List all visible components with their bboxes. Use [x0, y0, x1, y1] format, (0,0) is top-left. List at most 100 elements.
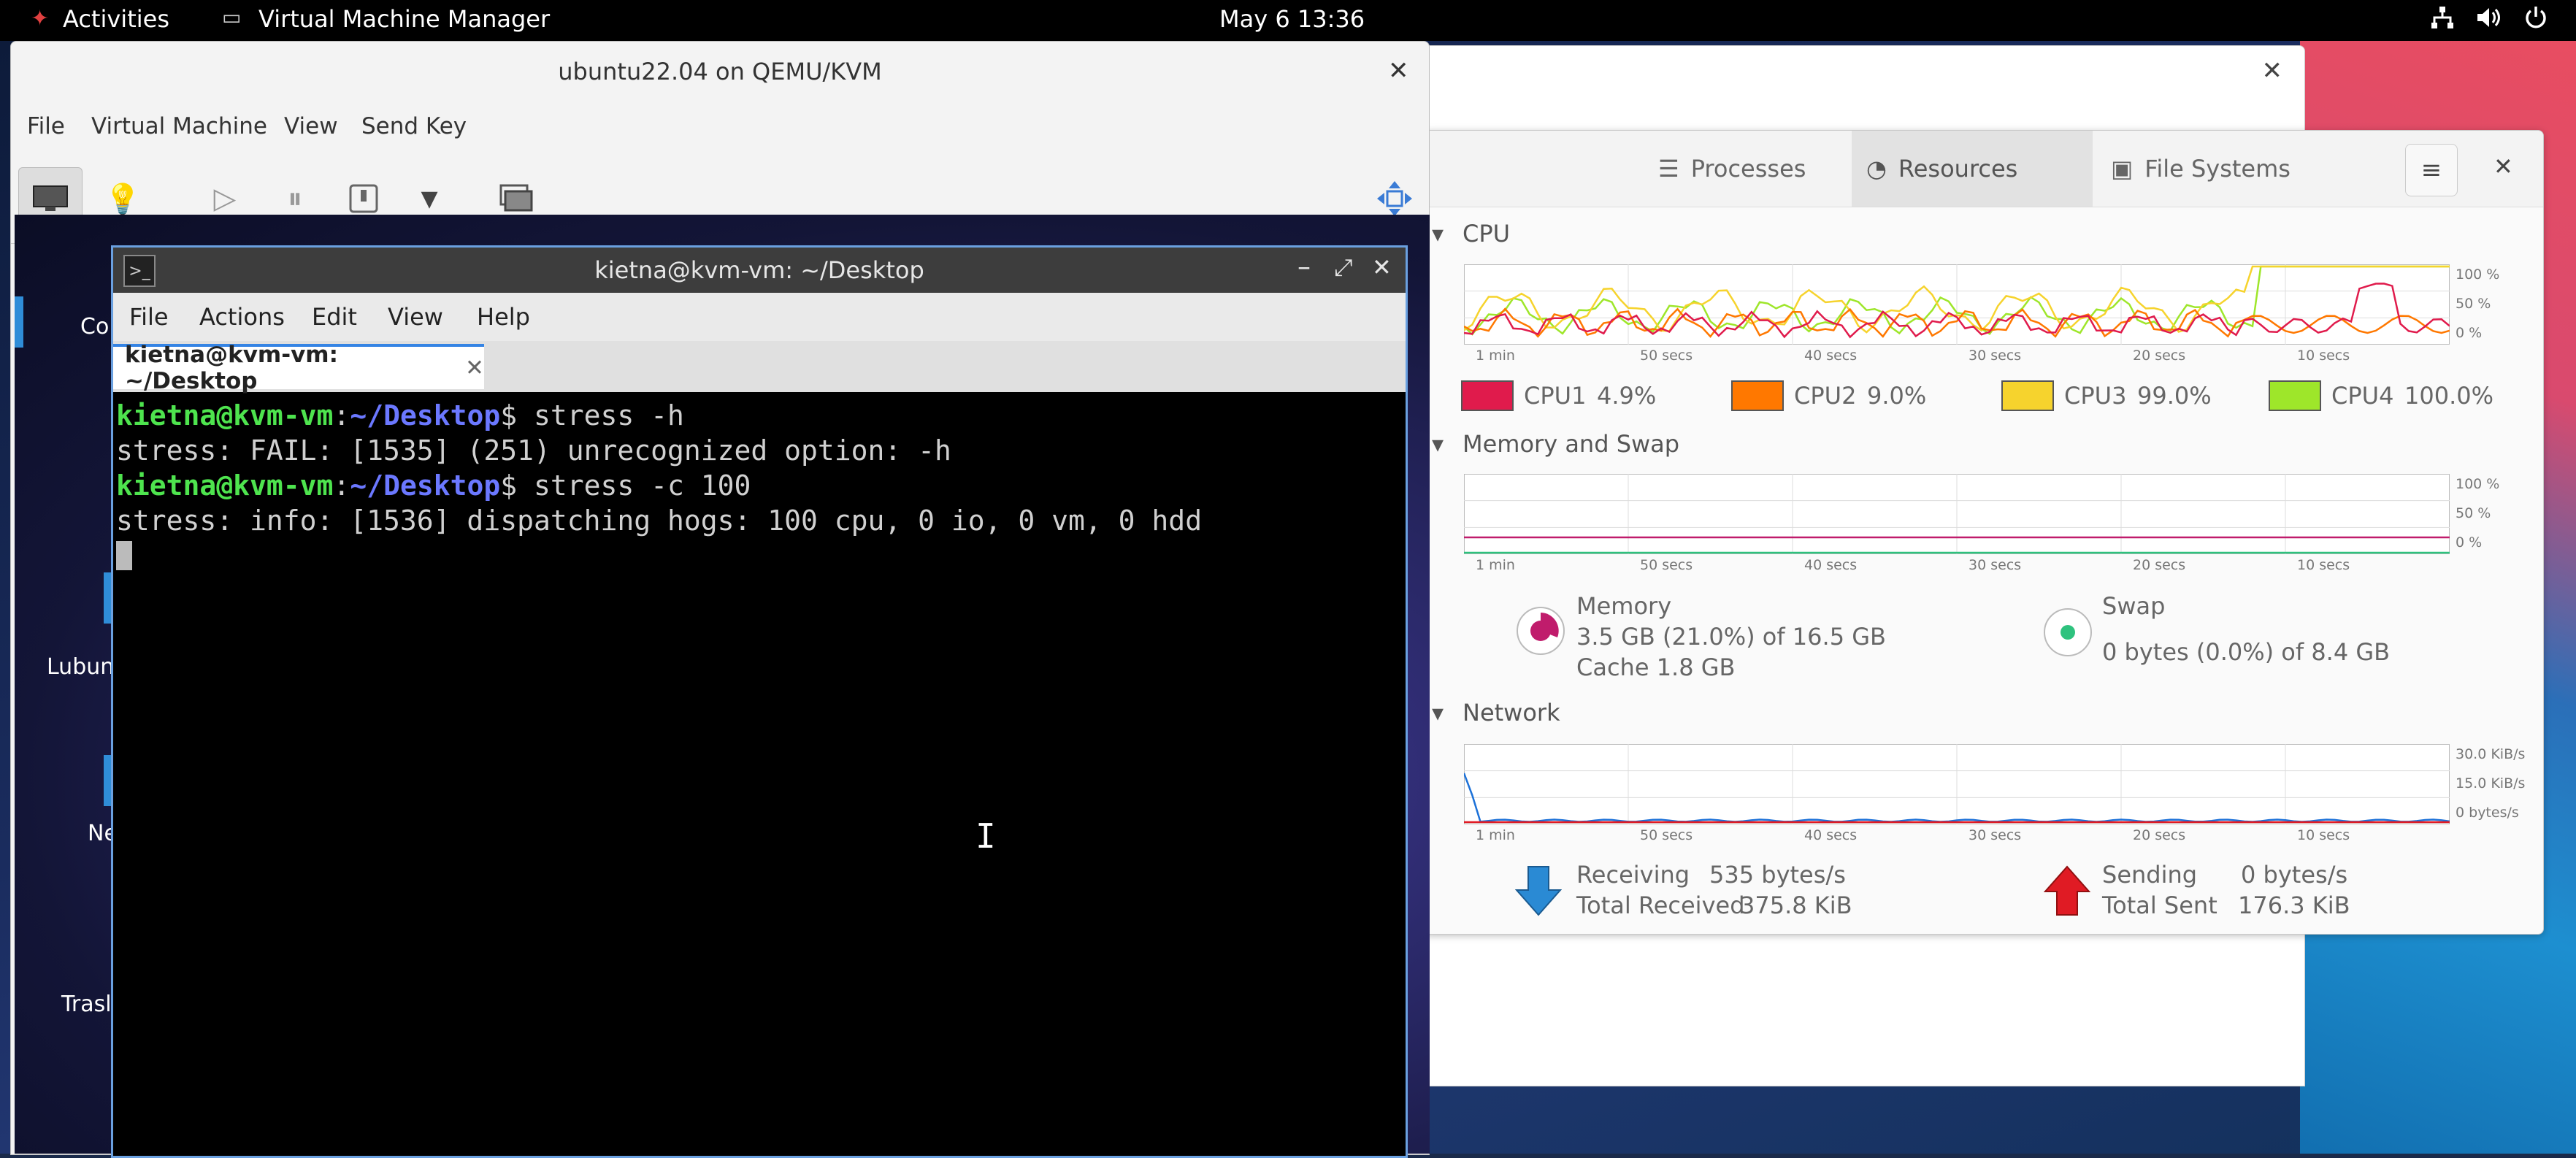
- x-tick: 50 secs: [1640, 348, 1693, 364]
- terminal-command-line: kietna@kvm-vm:~/Desktop$ stress -h: [116, 398, 1401, 433]
- prompt-part: :: [333, 469, 350, 502]
- volume-icon[interactable]: [2475, 5, 2502, 36]
- power-icon[interactable]: [2523, 5, 2548, 36]
- menu-button[interactable]: ≡: [2405, 144, 2458, 196]
- minimize-icon[interactable]: –: [1297, 252, 1311, 282]
- tab-label: Processes: [1690, 155, 1806, 183]
- x-tick: 20 secs: [2133, 827, 2186, 843]
- prompt-part: ~/Desktop: [350, 399, 501, 432]
- terminal-titlebar: >_ kietna@kvm-vm: ~/Desktop – ⤢ ✕: [113, 248, 1406, 293]
- prompt-part: kietna@kvm-vm: [116, 469, 334, 502]
- swap-label: Swap: [2102, 592, 2166, 620]
- sending-value: 0 bytes/s: [2241, 861, 2348, 889]
- close-icon[interactable]: ✕: [2262, 56, 2283, 85]
- vm-manager-icon: ▭: [222, 5, 242, 29]
- top-bar: ✦ Activities ▭ Virtual Machine Manager M…: [0, 0, 2576, 41]
- network-history-graph: [1464, 744, 2450, 824]
- menu-virtual-machine[interactable]: Virtual Machine: [91, 113, 267, 139]
- sending-arrow-icon[interactable]: [2044, 865, 2090, 916]
- cpu3-color-swatch[interactable]: [2001, 380, 2054, 411]
- cpu4-label: CPU4: [2331, 382, 2394, 410]
- vm-title-text: ubuntu22.04 on QEMU/KVM: [558, 58, 882, 85]
- prompt-part: :: [333, 399, 350, 432]
- menu-file[interactable]: File: [129, 303, 169, 331]
- fullscreen-icon: [1377, 181, 1412, 216]
- close-icon[interactable]: ✕: [1372, 253, 1392, 281]
- desktop-icon-label[interactable]: Lubun: [47, 654, 114, 680]
- terminal-output-line: stress: FAIL: [1535] (251) unrecognized …: [116, 434, 951, 467]
- cpu-history-graph: [1464, 264, 2450, 345]
- maximize-icon[interactable]: ⤢: [1334, 253, 1353, 282]
- cpu1-label: CPU1: [1524, 382, 1587, 410]
- x-tick: 20 secs: [2133, 557, 2186, 573]
- y-tick: 100 %: [2456, 267, 2500, 283]
- terminal-window[interactable]: >_ kietna@kvm-vm: ~/Desktop – ⤢ ✕ File A…: [111, 245, 1408, 1158]
- memory-section-toggle[interactable]: ▾: [1432, 430, 1444, 458]
- tab-resources[interactable]: ◔ Resources: [1852, 131, 2093, 207]
- sending-label: Sending: [2102, 861, 2198, 889]
- cpu4-value: 100.0%: [2404, 382, 2494, 410]
- tab-processes[interactable]: ☰ Processes: [1644, 131, 1820, 207]
- receiving-arrow-icon[interactable]: [1515, 865, 1562, 916]
- network-icon[interactable]: [2430, 5, 2455, 36]
- x-tick: 40 secs: [1804, 557, 1858, 573]
- activities-button[interactable]: Activities: [63, 5, 169, 33]
- x-tick: 30 secs: [1969, 348, 2022, 364]
- receiving-label: Receiving: [1576, 861, 1690, 889]
- monitor-icon: [33, 185, 68, 211]
- cpu2-color-swatch[interactable]: [1731, 380, 1784, 411]
- cpu1-color-swatch[interactable]: [1461, 380, 1514, 411]
- cpu-section-toggle[interactable]: ▾: [1432, 220, 1444, 248]
- tab-file-systems[interactable]: ▣ File Systems: [2096, 131, 2305, 207]
- cpu4-color-swatch[interactable]: [2269, 380, 2321, 411]
- y-tick: 0 %: [2456, 325, 2483, 341]
- y-tick: 0 bytes/s: [2456, 805, 2519, 821]
- close-icon[interactable]: ✕: [465, 355, 484, 381]
- y-tick: 15.0 KiB/s: [2456, 775, 2526, 791]
- menu-file[interactable]: File: [27, 113, 65, 139]
- clock[interactable]: May 6 13:36: [1219, 5, 1365, 33]
- terminal-command-line: kietna@kvm-vm:~/Desktop$ stress -c 100: [116, 468, 1401, 503]
- y-tick: 50 %: [2456, 296, 2491, 312]
- terminal-output[interactable]: kietna@kvm-vm:~/Desktop$ stress -h stress…: [116, 398, 1401, 570]
- desktop-icon-label[interactable]: Trasl: [61, 992, 112, 1017]
- pause-icon: ⏸: [288, 182, 302, 215]
- snapshots-icon: [499, 184, 533, 212]
- menu-edit[interactable]: Edit: [312, 303, 357, 331]
- app-menu-button[interactable]: Virtual Machine Manager: [258, 5, 550, 33]
- x-tick: 40 secs: [1804, 827, 1858, 843]
- memory-pie-icon[interactable]: [1515, 605, 1566, 656]
- total-received-label: Total Received: [1576, 891, 1745, 919]
- desktop-icon-label[interactable]: Co: [80, 314, 109, 340]
- memory-usage: 3.5 GB (21.0%) of 16.5 GB: [1576, 623, 1886, 651]
- swap-usage: 0 bytes (0.0%) of 8.4 GB: [2102, 638, 2391, 666]
- swap-pie-icon[interactable]: [2042, 607, 2093, 658]
- network-section-toggle[interactable]: ▾: [1432, 699, 1444, 726]
- cpu1-value: 4.9%: [1597, 382, 1657, 410]
- menu-view[interactable]: View: [284, 113, 338, 139]
- prompt-part: $: [500, 399, 518, 432]
- cpu2-value: 9.0%: [1867, 382, 1927, 410]
- tab-label: File Systems: [2144, 155, 2291, 183]
- x-tick: 40 secs: [1804, 348, 1858, 364]
- menu-send-key[interactable]: Send Key: [361, 113, 467, 139]
- memory-history-graph: [1464, 474, 2450, 554]
- terminal-app-icon: >_: [123, 255, 156, 287]
- close-icon[interactable]: ✕: [1388, 56, 1409, 85]
- y-tick: 50 %: [2456, 505, 2491, 521]
- terminal-output-line: stress: info: [1536] dispatching hogs: 1…: [116, 505, 1203, 537]
- close-icon[interactable]: ✕: [2493, 153, 2513, 180]
- memory-cache: Cache 1.8 GB: [1576, 653, 1736, 681]
- text-cursor-icon: I: [975, 816, 996, 856]
- terminal-tab[interactable]: kietna@kvm-vm: ~/Desktop ✕: [113, 342, 484, 394]
- system-monitor-header: ☰ Processes ◔ Resources ▣ File Systems ≡…: [1425, 131, 2543, 207]
- prompt-part: $: [500, 469, 518, 502]
- menu-help[interactable]: Help: [477, 303, 530, 331]
- x-tick: 50 secs: [1640, 557, 1693, 573]
- menu-view[interactable]: View: [388, 303, 443, 331]
- list-icon: ☰: [1658, 155, 1679, 183]
- menu-actions[interactable]: Actions: [199, 303, 285, 331]
- system-monitor-window: ☰ Processes ◔ Resources ▣ File Systems ≡…: [1424, 130, 2544, 935]
- y-tick: 30.0 KiB/s: [2456, 746, 2526, 762]
- desktop-icon-highlight: [15, 296, 23, 348]
